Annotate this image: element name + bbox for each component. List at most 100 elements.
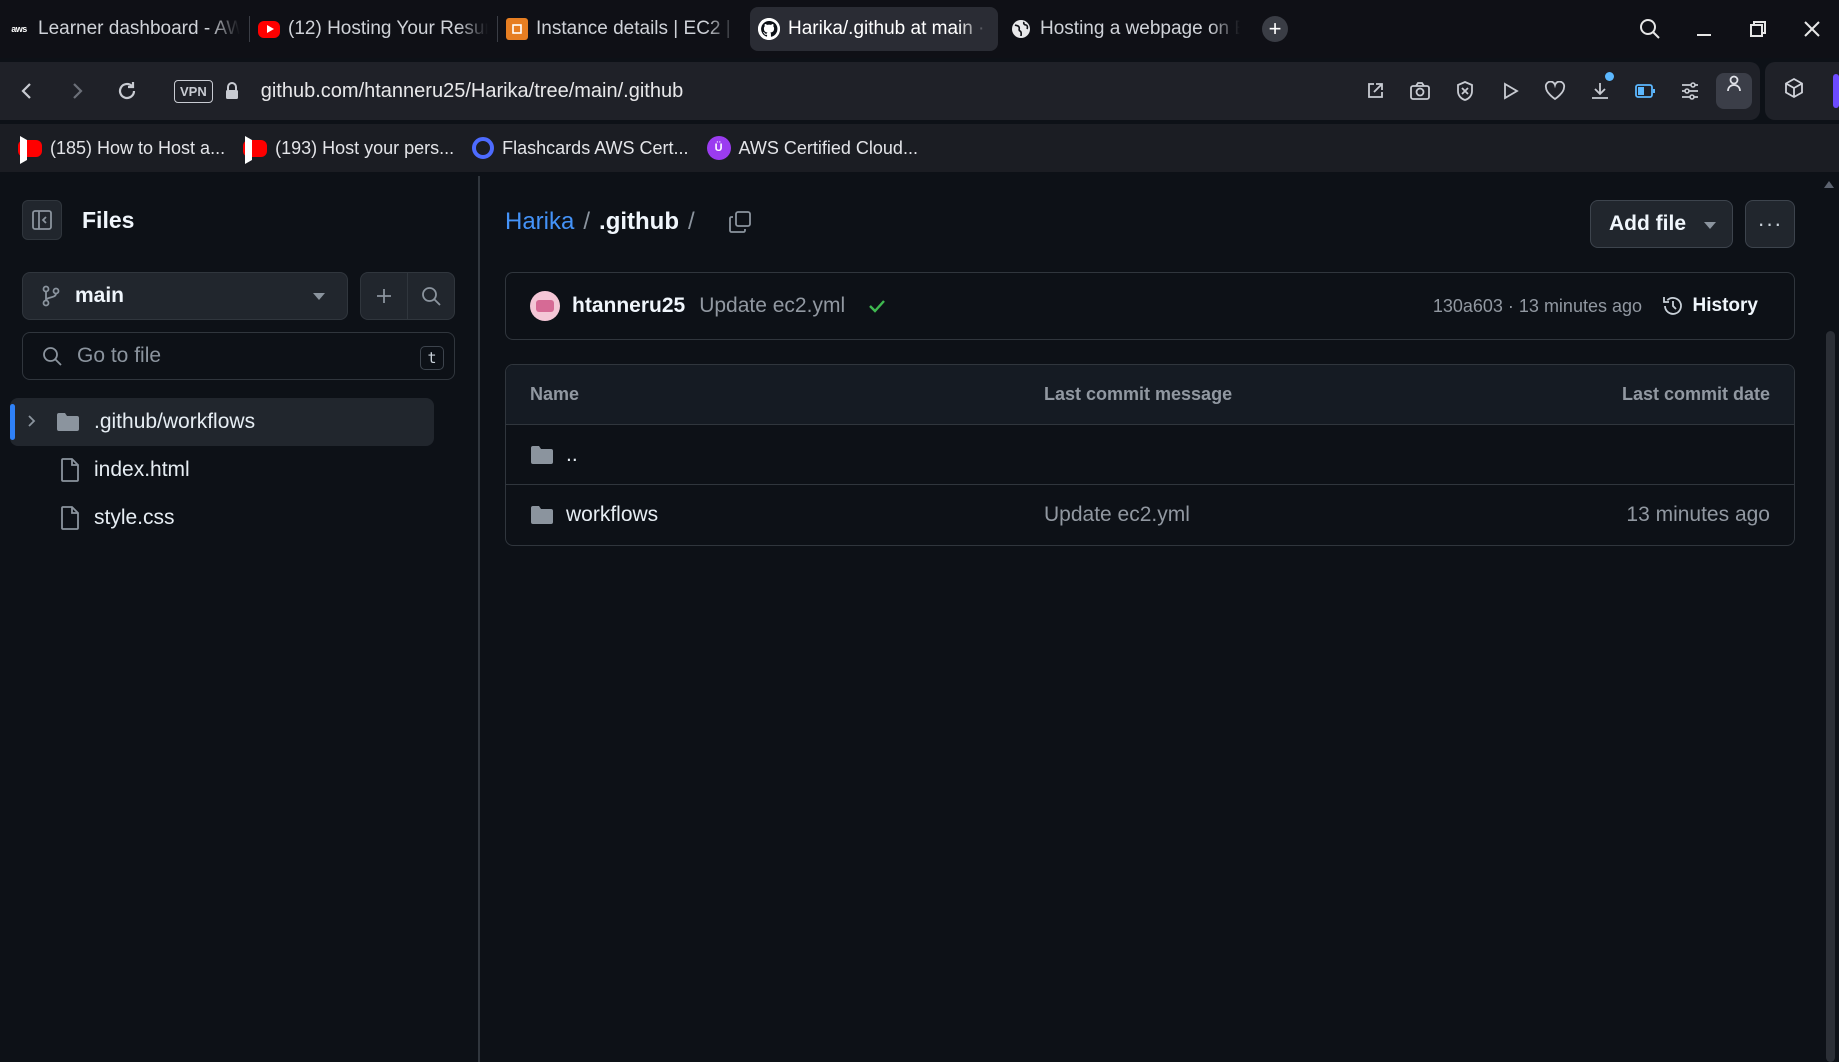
vpn-badge[interactable]: VPN xyxy=(174,79,213,103)
minimize-icon[interactable] xyxy=(1677,19,1731,39)
add-file-button[interactable]: Add file xyxy=(1590,200,1733,248)
tab-title: Instance details | EC2 | us- xyxy=(536,18,736,39)
chevron-down-icon xyxy=(1704,222,1716,229)
bookmark-label: (185) How to Host a... xyxy=(50,137,226,158)
table-row-parent[interactable]: .. xyxy=(506,425,1794,485)
breadcrumb-separator: / xyxy=(688,208,695,235)
address-bar: VPN github.com/htanneru25/Harika/tree/ma… xyxy=(0,62,1760,120)
new-tab-button[interactable]: + xyxy=(1262,16,1288,42)
go-to-file-search: t xyxy=(22,332,455,380)
folder-icon xyxy=(56,412,80,432)
commit-message[interactable]: Update ec2.yml xyxy=(699,294,845,318)
breadcrumb-repo-link[interactable]: Harika xyxy=(505,208,574,236)
folder-icon xyxy=(530,505,554,525)
youtube-icon xyxy=(18,139,42,157)
add-file-icon[interactable] xyxy=(361,273,408,319)
branch-name: main xyxy=(75,284,125,307)
bookmark-item[interactable]: Ü AWS Certified Cloud... xyxy=(706,136,918,160)
row-commit-message[interactable]: Update ec2.yml xyxy=(1044,503,1190,527)
profile-icon[interactable] xyxy=(1716,73,1752,109)
collapse-sidebar-button[interactable] xyxy=(22,200,62,240)
row-name[interactable]: workflows xyxy=(566,503,658,527)
search-tabs-icon[interactable] xyxy=(1623,17,1677,41)
bookmark-label: Flashcards AWS Cert... xyxy=(502,137,689,158)
breadcrumb-separator: / xyxy=(583,208,591,235)
chevron-right-icon[interactable] xyxy=(26,412,56,433)
history-icon xyxy=(1662,297,1682,315)
back-icon[interactable] xyxy=(2,81,52,101)
battery-saver-icon[interactable] xyxy=(1622,82,1667,100)
bookmark-item[interactable]: Flashcards AWS Cert... xyxy=(472,137,689,159)
kebab-horizontal-icon: ··· xyxy=(1757,211,1783,236)
commit-author[interactable]: htanneru25 xyxy=(572,294,685,318)
tree-item-label: .github/workflows xyxy=(94,410,256,433)
tab-hosting-resume[interactable]: (12) Hosting Your Resume xyxy=(250,0,498,58)
share-icon[interactable] xyxy=(1352,81,1397,101)
adblock-icon[interactable] xyxy=(1442,80,1487,102)
search-icon[interactable] xyxy=(408,273,454,319)
tab-title: (12) Hosting Your Resume xyxy=(288,18,488,39)
play-icon[interactable] xyxy=(1487,81,1532,101)
github-icon xyxy=(758,18,780,40)
window-controls xyxy=(1623,0,1839,58)
download-icon[interactable] xyxy=(1577,72,1622,102)
search-icon xyxy=(43,347,62,366)
aws-icon: aws xyxy=(11,24,27,34)
branch-selector[interactable]: main xyxy=(22,272,348,320)
tab-title: Learner dashboard - AWS xyxy=(38,18,240,39)
extensions-panel xyxy=(1765,62,1839,120)
latest-commit-bar: htanneru25 Update ec2.yml 130a603 · 13 m… xyxy=(505,272,1795,340)
tab-title: Harika/.github at main · ht xyxy=(788,18,988,39)
tab-instance-details[interactable]: Instance details | EC2 | us- xyxy=(498,0,746,58)
add-file-label: Add file xyxy=(1609,212,1686,235)
tree-item-index-html[interactable]: index.html xyxy=(10,446,434,494)
table-row[interactable]: workflows Update ec2.yml 13 minutes ago xyxy=(506,485,1794,545)
avatar[interactable] xyxy=(530,291,560,321)
lock-icon[interactable] xyxy=(225,82,239,100)
row-commit-date: 13 minutes ago xyxy=(1626,503,1770,526)
check-icon[interactable] xyxy=(867,296,887,316)
page-scrollbar[interactable] xyxy=(1819,176,1839,1062)
close-icon[interactable] xyxy=(1785,19,1839,39)
ec2-icon xyxy=(506,18,528,40)
files-header: Files xyxy=(22,200,134,240)
history-button[interactable]: History xyxy=(1661,294,1758,318)
restore-icon[interactable] xyxy=(1731,19,1785,39)
bookmark-item[interactable]: (185) How to Host a... xyxy=(18,138,225,159)
tab-github-active[interactable]: Harika/.github at main · ht xyxy=(750,7,998,51)
tab-learner-dashboard[interactable]: aws Learner dashboard - AWS xyxy=(0,0,250,58)
git-branch-icon xyxy=(42,285,60,307)
bookmark-label: AWS Certified Cloud... xyxy=(738,137,918,158)
chevron-down-icon xyxy=(313,293,325,300)
tab-hosting-webpage[interactable]: Hosting a webpage on Ec2 xyxy=(1002,0,1250,58)
reload-icon[interactable] xyxy=(102,80,152,102)
keyboard-shortcut-hint: t xyxy=(420,346,444,370)
heart-icon[interactable] xyxy=(1532,81,1577,101)
scroll-up-icon[interactable] xyxy=(1824,181,1834,188)
go-to-file-input[interactable] xyxy=(77,344,397,368)
bookmark-label: (193) Host your pers... xyxy=(275,137,455,158)
tree-actions xyxy=(360,272,455,320)
copy-path-icon[interactable] xyxy=(728,210,752,234)
cube-icon[interactable] xyxy=(1783,77,1805,105)
file-table: Name Last commit message Last commit dat… xyxy=(505,364,1795,546)
udemy-icon: Ü xyxy=(706,136,731,160)
file-tree: .github/workflows index.html style.css xyxy=(10,398,434,542)
camera-icon[interactable] xyxy=(1397,81,1442,101)
url-text[interactable]: github.com/htanneru25/Harika/tree/main/.… xyxy=(261,80,683,103)
commit-hash-time[interactable]: 130a603 · 13 minutes ago xyxy=(1433,296,1642,317)
scrollbar-thumb[interactable] xyxy=(1826,331,1835,1062)
breadcrumb-current: .github xyxy=(599,208,679,235)
bookmark-item[interactable]: (193) Host your pers... xyxy=(243,138,454,159)
file-tree-sidebar: Files main t xyxy=(0,176,480,1062)
easy-setup-icon[interactable] xyxy=(1667,82,1712,100)
more-options-button[interactable]: ··· xyxy=(1745,200,1795,248)
row-name[interactable]: .. xyxy=(566,443,578,467)
sidebar-indicator xyxy=(1833,74,1839,108)
tree-item-label: style.css xyxy=(94,506,175,529)
forward-icon[interactable] xyxy=(52,81,102,101)
tree-item-github-workflows[interactable]: .github/workflows xyxy=(10,398,434,446)
tree-item-style-css[interactable]: style.css xyxy=(10,494,434,542)
column-name: Name xyxy=(530,384,580,404)
globe-icon xyxy=(1010,18,1032,40)
